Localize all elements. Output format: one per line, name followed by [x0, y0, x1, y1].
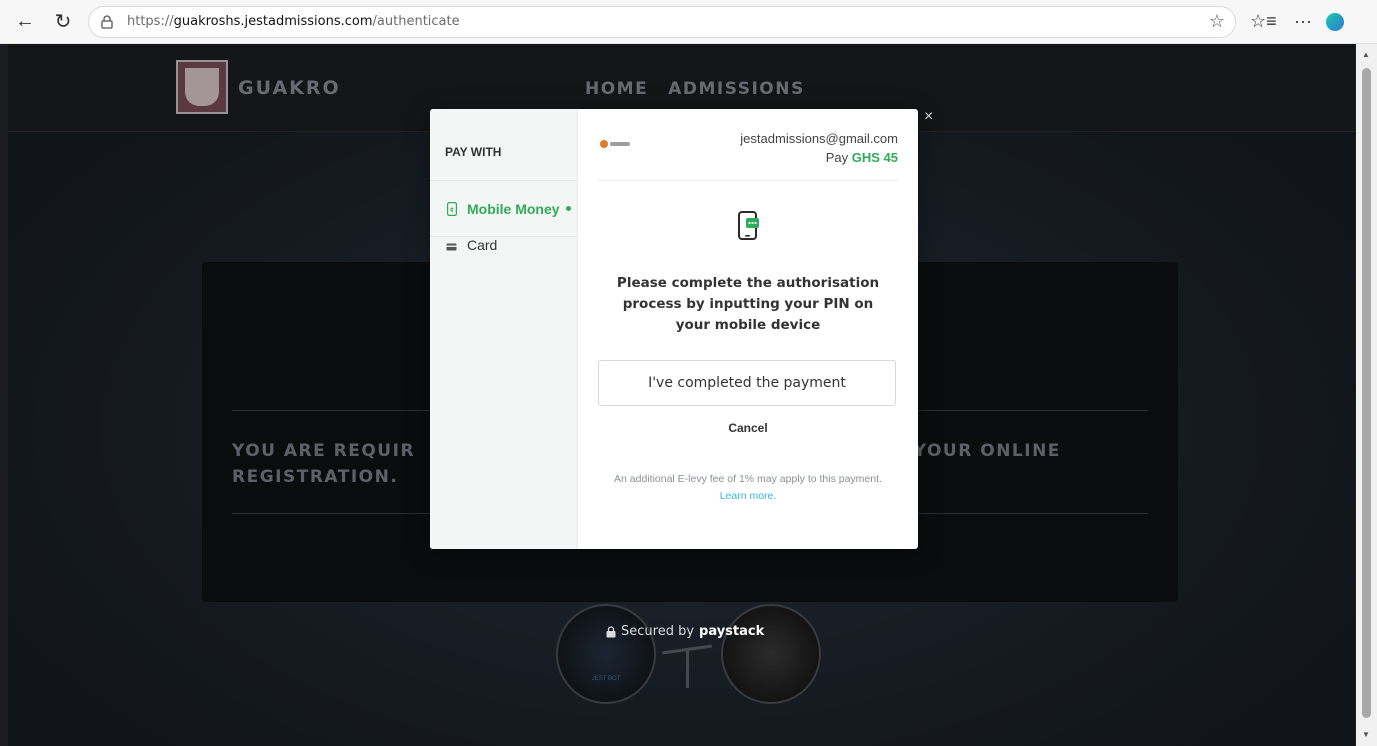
learn-more-link[interactable]: Learn more.: [720, 490, 777, 502]
mobile-money-icon: ¢: [446, 201, 457, 216]
method-label: Card: [467, 237, 498, 253]
card-icon: [446, 240, 457, 254]
crest-icon: [185, 68, 219, 106]
payment-amount: Pay GHS 45: [826, 150, 898, 165]
favorite-star-icon[interactable]: ☆: [1209, 11, 1225, 32]
scroll-down-icon[interactable]: ▼: [1362, 730, 1370, 739]
method-label: Mobile Money: [467, 200, 560, 217]
phone-message-icon: [738, 211, 760, 241]
close-modal-icon[interactable]: ×: [924, 108, 933, 126]
merchant-logo: [600, 139, 634, 149]
address-bar[interactable]: https://guakroshs.jestadmissions.com/aut…: [88, 5, 1236, 38]
authorisation-instructions: Please complete the authorisation proces…: [616, 275, 880, 333]
completed-payment-button[interactable]: I've completed the payment: [598, 360, 896, 406]
payment-modal: PAY WITH ¢ Mobile Money Card jestadmissi…: [430, 109, 918, 549]
url-path: /authenticate: [372, 14, 460, 29]
site-nav: HOME ADMISSIONS: [585, 79, 805, 99]
browser-toolbar: ← ↻ https://guakroshs.jestadmissions.com…: [0, 0, 1377, 44]
back-arrow-icon[interactable]: ←: [10, 7, 40, 37]
notice-line2: REGISTRATION.: [232, 467, 399, 487]
nav-home[interactable]: HOME: [585, 79, 648, 99]
merchant-email: jestadmissions@gmail.com: [740, 131, 898, 146]
scroll-up-icon[interactable]: ▲: [1362, 50, 1370, 59]
url-host: guakroshs.jestadmissions.com: [173, 14, 373, 29]
payment-header: jestadmissions@gmail.com Pay GHS 45: [598, 131, 898, 181]
pay-label: Pay: [825, 150, 849, 165]
payment-method-sidebar: PAY WITH ¢ Mobile Money Card: [430, 109, 578, 549]
paystack-brand: paystack: [699, 624, 765, 639]
plus-icon: [660, 634, 716, 690]
favorites-list-icon[interactable]: ☆≡: [1250, 11, 1277, 32]
notice-left: YOU ARE REQUIR: [232, 441, 416, 461]
bot-label: JEST BOT: [591, 676, 621, 682]
copilot-icon[interactable]: [1326, 12, 1344, 31]
cancel-link[interactable]: Cancel: [578, 421, 918, 435]
levy-text: An additional E-levy fee of 1% may apply…: [614, 473, 882, 485]
jest-bot-avatar: JEST BOT: [556, 604, 656, 704]
lock-icon[interactable]: [101, 14, 115, 29]
pay-with-heading: PAY WITH: [430, 109, 577, 181]
amount-value: GHS 45: [851, 150, 898, 165]
secured-prefix: Secured by: [621, 624, 695, 639]
secured-by-paystack: Secured by paystack: [606, 624, 764, 639]
site-name[interactable]: GUAKRO: [238, 77, 341, 99]
hand-phone-avatar: [721, 604, 821, 704]
more-menu-icon[interactable]: ···: [1290, 11, 1316, 32]
nav-admissions[interactable]: ADMISSIONS: [668, 79, 804, 99]
e-levy-notice: An additional E-levy fee of 1% may apply…: [608, 471, 888, 505]
padlock-icon: [606, 625, 616, 637]
school-logo[interactable]: [176, 60, 228, 114]
method-mobile-money[interactable]: ¢ Mobile Money: [430, 181, 577, 237]
svg-text:¢: ¢: [449, 206, 453, 213]
payment-panel: jestadmissions@gmail.com Pay GHS 45 Plea…: [578, 109, 918, 549]
url-prefix: https://: [127, 14, 174, 29]
active-indicator-icon: [565, 206, 571, 211]
refresh-icon[interactable]: ↻: [48, 7, 78, 37]
scrollbar-thumb[interactable]: [1362, 68, 1371, 718]
method-card[interactable]: Card: [430, 237, 577, 267]
page-scrollbar[interactable]: ▲ ▼: [1356, 44, 1377, 746]
